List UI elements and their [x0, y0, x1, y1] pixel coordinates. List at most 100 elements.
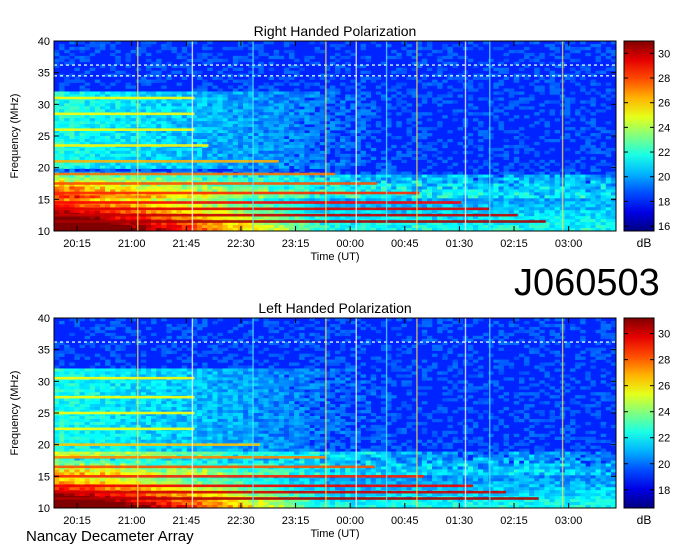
x-tick-label: 00:45: [391, 515, 419, 527]
x-tick-label: 01:30: [446, 238, 474, 250]
y-tick-label: 20: [38, 163, 50, 175]
broadband-streak: [385, 41, 388, 231]
broadband-streak: [252, 41, 254, 231]
broadband-streak: [137, 41, 139, 231]
x-tick-label: 00:00: [336, 515, 364, 527]
observation-id: J060503: [514, 262, 660, 304]
y-tick-label: 25: [38, 408, 50, 420]
x-tick-label: 03:00: [555, 238, 583, 250]
y-tick-label: 30: [38, 99, 50, 111]
heatmap-image: [54, 318, 616, 508]
colorbar: 18 20 22 24 26 28 30 dB: [623, 317, 670, 527]
colorbar-tick-label: 30: [658, 48, 670, 60]
x-tick-label: 02:15: [500, 238, 528, 250]
colorbar-unit-label: dB: [637, 236, 652, 250]
broadband-streak: [561, 41, 564, 231]
x-axis-label: Time (UT): [310, 528, 359, 540]
colorbar-unit-label: dB: [637, 513, 652, 527]
interference-line: [54, 456, 326, 459]
colorbar-tick-label: 26: [658, 98, 670, 110]
broadband-streak: [252, 318, 254, 508]
broadband-streak: [416, 41, 418, 231]
y-tick-label: 35: [38, 68, 50, 80]
broadband-streak: [325, 318, 327, 508]
y-tick-label: 15: [38, 471, 50, 483]
y-tick-label: 35: [38, 345, 50, 357]
x-tick-label: 00:00: [336, 238, 364, 250]
panel-title: Left Handed Polarization: [258, 300, 411, 316]
interference-line: [54, 395, 195, 399]
x-tick-label: 01:30: [446, 515, 474, 527]
interference-line: [54, 182, 378, 185]
interference-line: [54, 475, 424, 478]
y-axis-label: Frequency (MHz): [9, 94, 21, 179]
interference-line: [54, 411, 195, 415]
broadband-streak: [489, 41, 491, 231]
y-tick-label: 20: [38, 440, 50, 452]
colorbar-tick-label: 20: [658, 172, 670, 184]
x-tick-label: 20:15: [63, 515, 91, 527]
interference-line: [54, 128, 195, 131]
colorbar-gradient: [623, 317, 655, 509]
interference-line: [54, 443, 261, 446]
interference-line: [54, 160, 279, 163]
interference-line: [54, 191, 420, 195]
interference-line: [54, 201, 462, 204]
interference-line: [54, 490, 506, 494]
y-tick-label: 40: [38, 36, 50, 48]
colorbar-tick-label: 20: [658, 459, 670, 471]
x-axis-label: Time (UT): [310, 251, 359, 263]
interference-line: [54, 144, 209, 147]
heatmap-image: [54, 41, 616, 231]
interference-line: [54, 96, 195, 100]
broadband-streak: [355, 318, 357, 508]
x-tick-label: 23:15: [282, 515, 310, 527]
broadband-streak: [489, 318, 491, 508]
broadband-streak: [416, 318, 418, 508]
x-tick-label: 21:00: [118, 238, 146, 250]
broadband-streak: [191, 41, 194, 231]
broadband-streak: [561, 318, 564, 508]
interference-line: [54, 376, 195, 380]
interference-line: [54, 484, 474, 488]
colorbar-tick-label: 28: [658, 73, 670, 85]
panel-title: Right Handed Polarization: [254, 23, 417, 39]
colorbar-tick-label: 16: [658, 221, 670, 233]
broadband-streak: [325, 41, 327, 231]
colorbar-gradient: [623, 40, 655, 232]
x-tick-label: 23:15: [282, 238, 310, 250]
broadband-streak: [464, 41, 467, 231]
x-tick-label: 22:30: [227, 515, 255, 527]
interference-line: [54, 220, 546, 223]
x-tick-label: 21:45: [173, 238, 201, 250]
colorbar: 16 18 20 22 24 26 28 30 dB: [623, 40, 670, 250]
broadband-streak: [191, 318, 194, 508]
broadband-streak: [464, 318, 467, 508]
colorbar-tick-label: 28: [658, 355, 670, 367]
x-tick-label: 21:45: [173, 515, 201, 527]
observatory-label: Nancay Decameter Array: [26, 528, 194, 545]
x-tick-label: 00:45: [391, 238, 419, 250]
y-tick-label: 10: [38, 503, 50, 515]
x-tick-label: 20:15: [63, 238, 91, 250]
colorbar-tick-label: 22: [658, 433, 670, 445]
colorbar-tick-label: 24: [658, 407, 670, 419]
interference-line: [54, 427, 195, 431]
broadband-streak: [355, 41, 357, 231]
colorbar-tick-label: 26: [658, 381, 670, 393]
interference-line: [54, 465, 375, 469]
broadband-streak: [137, 318, 139, 508]
x-tick-label: 22:30: [227, 238, 255, 250]
y-tick-label: 25: [38, 131, 50, 143]
y-tick-label: 10: [38, 226, 50, 238]
colorbar-tick-label: 22: [658, 147, 670, 159]
x-tick-label: 02:15: [500, 515, 528, 527]
y-tick-label: 40: [38, 313, 50, 325]
y-tick-label: 15: [38, 194, 50, 206]
broadband-streak: [385, 318, 388, 508]
interference-line: [54, 112, 195, 116]
x-tick-label: 03:00: [555, 515, 583, 527]
spectrogram-panel-1: Right Handed Polarization 10 15 20 25 30 35 40 2…: [9, 23, 670, 263]
colorbar-tick-label: 30: [658, 329, 670, 341]
interference-line: [54, 172, 335, 176]
